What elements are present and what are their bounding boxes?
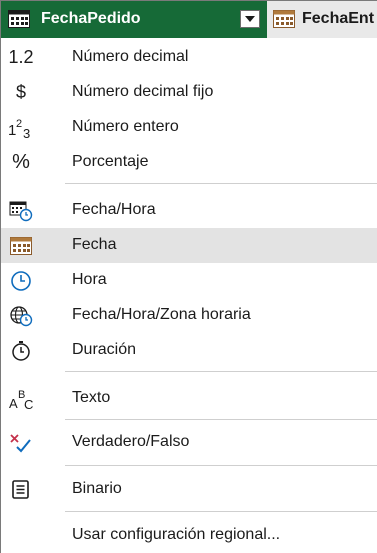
- menu-item-text[interactable]: A B C Texto: [1, 381, 377, 416]
- whole-number-icon: 1 2 3: [7, 114, 35, 141]
- svg-text:C: C: [24, 397, 33, 411]
- menu-item-label: Número decimal fijo: [72, 83, 214, 100]
- menu-item-datetime-timezone[interactable]: Fecha/Hora/Zona horaria: [1, 298, 377, 333]
- date-type-icon[interactable]: [273, 10, 295, 28]
- menu-item-true-false[interactable]: Verdadero/Falso: [1, 425, 377, 460]
- date-icon: [7, 232, 35, 259]
- menu-item-duration[interactable]: Duración: [1, 333, 377, 368]
- menu-item-datetime[interactable]: Fecha/Hora: [1, 193, 377, 228]
- datetime-icon: [7, 197, 35, 224]
- decimal-number-icon: 1.2: [8, 47, 34, 67]
- time-icon: [7, 267, 35, 294]
- column-filter-dropdown-button[interactable]: [240, 10, 260, 28]
- menu-separator: [65, 371, 377, 372]
- menu-item-time[interactable]: Hora: [1, 263, 377, 298]
- chevron-down-icon: [245, 16, 255, 22]
- menu-item-label: Hora: [72, 271, 107, 288]
- column-header-bar: FechaPedido FechaEnt: [1, 1, 377, 38]
- menu-item-binary[interactable]: Binario: [1, 472, 377, 507]
- menu-item-decimal-number[interactable]: 1.2 Número decimal: [1, 40, 377, 75]
- menu-item-label: Número entero: [72, 118, 179, 135]
- menu-separator: [65, 419, 377, 420]
- binary-icon: [7, 476, 35, 503]
- menu-item-label: Verdadero/Falso: [72, 433, 190, 450]
- date-type-icon[interactable]: [8, 10, 30, 28]
- menu-separator: [65, 511, 377, 512]
- menu-item-date[interactable]: Fecha: [1, 228, 377, 263]
- true-false-icon: [7, 429, 35, 456]
- duration-icon: [7, 337, 35, 364]
- menu-item-label: Fecha: [72, 236, 117, 253]
- fixed-decimal-icon: $: [15, 82, 26, 102]
- menu-item-label: Número decimal: [72, 48, 189, 65]
- datetime-timezone-icon: [7, 302, 35, 329]
- percentage-icon: %: [12, 151, 30, 173]
- menu-item-percentage[interactable]: % Porcentaje: [1, 145, 377, 180]
- menu-item-fixed-decimal[interactable]: $ Número decimal fijo: [1, 75, 377, 110]
- menu-item-label: Fecha/Hora: [72, 201, 156, 218]
- text-icon: A B C: [7, 385, 35, 412]
- next-column-header[interactable]: FechaEnt: [302, 10, 377, 28]
- menu-item-label: Fecha/Hora/Zona horaria: [72, 306, 251, 323]
- menu-item-label: Binario: [72, 480, 122, 497]
- column-header-fechapedido[interactable]: FechaPedido: [1, 1, 267, 38]
- svg-text:3: 3: [23, 126, 30, 140]
- column-name: FechaPedido: [41, 10, 141, 27]
- svg-text:A: A: [9, 396, 18, 411]
- menu-item-label: Duración: [72, 341, 137, 358]
- menu-item-label: Porcentaje: [72, 153, 149, 170]
- menu-item-label: Texto: [72, 389, 111, 406]
- menu-item-label: Usar configuración regional...: [72, 526, 281, 543]
- menu-separator: [65, 465, 377, 466]
- menu-item-whole-number[interactable]: 1 2 3 Número entero: [1, 110, 377, 145]
- menu-separator: [65, 183, 377, 184]
- svg-text:2: 2: [16, 118, 22, 130]
- menu-item-use-locale[interactable]: Usar configuración regional...: [1, 518, 377, 553]
